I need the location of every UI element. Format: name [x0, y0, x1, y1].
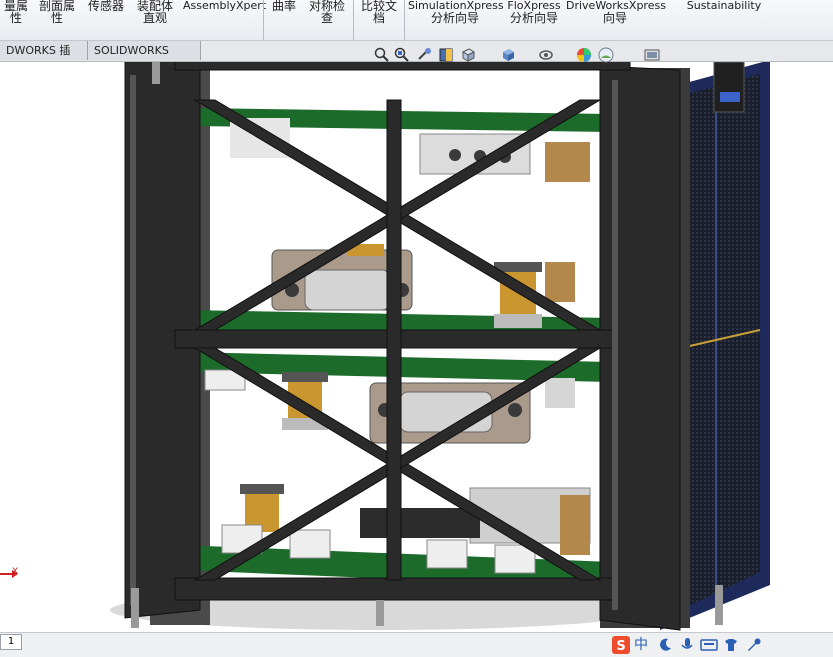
ribbon-symmetry-check-button[interactable]: 对称检 查: [304, 0, 350, 40]
edit-appearance-icon[interactable]: [576, 47, 592, 63]
ribbon-floxpress-button[interactable]: FloXpress 分析向导: [506, 0, 562, 40]
ribbon-label: 档: [372, 11, 385, 25]
skin-icon[interactable]: [722, 636, 740, 654]
ribbon-label: 分析向导: [509, 11, 558, 25]
frame-top-screw: [152, 62, 160, 84]
ribbon-separator: [353, 0, 354, 40]
ribbon-label: 性: [9, 11, 22, 25]
sogou-ime-icon[interactable]: S: [612, 636, 630, 654]
ime-tray: S 中: [610, 636, 833, 656]
ribbon-label: 分析向导: [430, 11, 479, 25]
svg-text:S: S: [616, 639, 625, 654]
ribbon-label: Sustainability: [686, 0, 762, 12]
microphone-icon[interactable]: [678, 636, 696, 654]
ribbon-sustainability-button[interactable]: Sustainability: [682, 0, 766, 40]
frame-foot-screw: [376, 600, 384, 626]
frame-foot-screw: [715, 585, 723, 625]
zoom-to-fit-icon[interactable]: [374, 47, 390, 63]
ribbon-label: 查: [320, 11, 333, 25]
tab-solidworks-mbd[interactable]: SOLIDWORKS MBD: [88, 41, 201, 76]
tools-icon[interactable]: [744, 636, 762, 654]
ribbon-section-properties-button[interactable]: 剖面属 性: [36, 0, 78, 40]
hide-show-icon[interactable]: [538, 47, 554, 63]
section-view-icon[interactable]: [438, 47, 454, 63]
view-orientation-icon[interactable]: [460, 47, 476, 63]
ribbon-sensor-button[interactable]: 传感器: [84, 0, 128, 40]
ribbon-label: 曲率: [271, 0, 296, 13]
status-bar: 1 S 中: [0, 632, 833, 657]
tab-addins[interactable]: DWORKS 插件: [0, 41, 88, 76]
ribbon-label: 性: [50, 11, 63, 25]
apply-scene-icon[interactable]: [598, 47, 614, 63]
ime-language-label[interactable]: 中: [634, 636, 652, 654]
ribbon-label: AssemblyXpert: [183, 0, 267, 12]
ribbon-driveworksxpress-button[interactable]: DriveWorksXpress 向导: [566, 0, 666, 40]
ribbon-label: 传感器: [87, 0, 124, 13]
cubesat-assembly-model[interactable]: [0, 62, 833, 632]
heads-up-view-toolbar: [374, 45, 674, 67]
page-number: 1: [0, 634, 22, 650]
ribbon-compare-documents-button[interactable]: 比较文 档: [357, 0, 401, 40]
ribbon-assemblyxpert-button[interactable]: AssemblyXpert: [183, 0, 267, 40]
zoom-area-icon[interactable]: [394, 47, 410, 63]
ribbon-label: 直观: [142, 11, 167, 25]
ribbon-separator: [263, 0, 264, 40]
graphics-viewport[interactable]: X: [0, 62, 833, 632]
ribbon-separator: [404, 0, 405, 40]
ribbon-label: 向导: [602, 11, 627, 25]
display-style-icon[interactable]: [500, 47, 516, 63]
previous-view-icon[interactable]: [416, 47, 432, 63]
frame-foot-screw: [131, 588, 139, 628]
command-ribbon: 量属 性 剖面属 性 传感器 装配体 直观 AssemblyXpert 曲率 对…: [0, 0, 833, 41]
keyboard-icon[interactable]: [700, 636, 718, 654]
moon-icon[interactable]: [656, 636, 674, 654]
ribbon-curvature-button[interactable]: 曲率: [268, 0, 300, 40]
ribbon-simulationxpress-button[interactable]: SimulationXpress 分析向导: [408, 0, 504, 40]
ribbon-assembly-visualization-button[interactable]: 装配体 直观: [133, 0, 177, 40]
view-settings-icon[interactable]: [644, 47, 660, 63]
ribbon-mass-properties-button[interactable]: 量属 性: [0, 0, 32, 40]
triad-x-axis-label: X: [12, 567, 19, 577]
